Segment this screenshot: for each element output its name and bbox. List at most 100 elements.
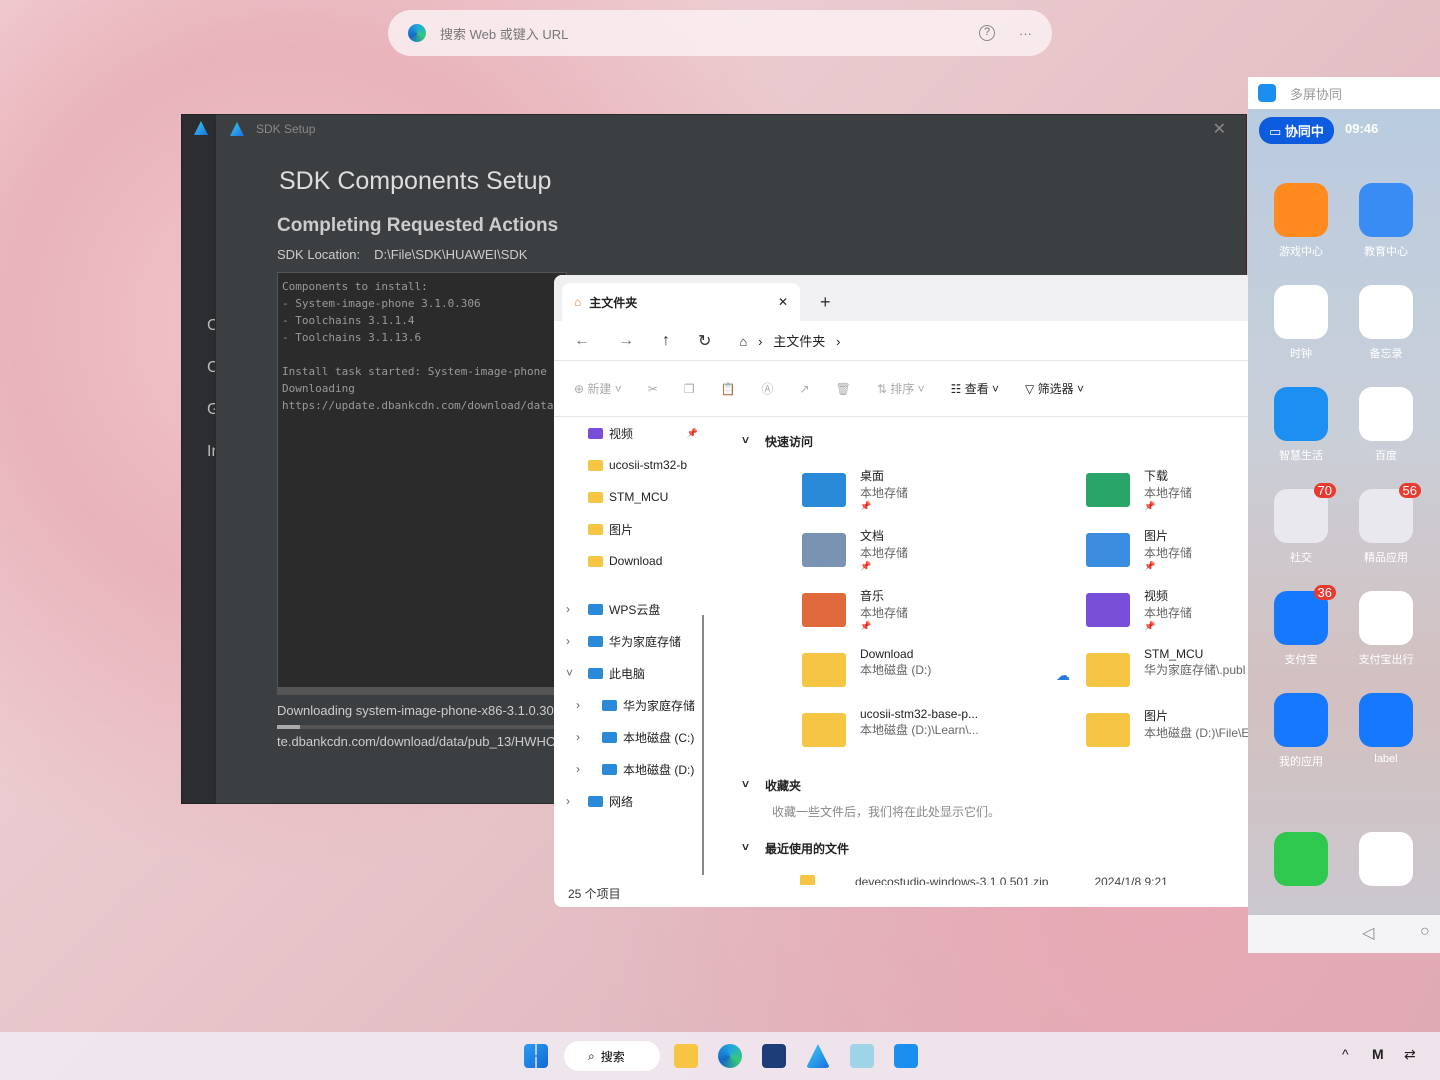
file-explorer-icon[interactable] — [674, 1044, 698, 1068]
phone-app[interactable]: 时钟 — [1266, 285, 1336, 361]
sidebar-item[interactable]: › WPS云盘 — [554, 593, 704, 625]
sidebar-item[interactable]: › 网络 — [554, 785, 704, 817]
rename-icon[interactable]: Ⓐ — [762, 380, 774, 397]
phone-app[interactable]: 70 社交 — [1266, 483, 1336, 565]
quick-access-item[interactable]: 文档 本地存储 📌 — [802, 527, 1062, 583]
close-tab-button[interactable]: ✕ — [778, 295, 788, 309]
tray-app-icon[interactable]: M — [1372, 1046, 1384, 1062]
section-quick-access[interactable]: ˅ 快速访问 — [742, 433, 813, 450]
search-placeholder: 搜索 Web 或键入 URL — [440, 26, 569, 42]
app-icon — [1359, 285, 1413, 339]
home-icon[interactable]: ○ — [1420, 923, 1430, 941]
nav-scrollbar[interactable] — [702, 615, 704, 875]
sidebar-item[interactable]: ˅ 此电脑 — [554, 657, 704, 689]
phone-app[interactable]: 我的应用 — [1266, 693, 1336, 769]
phone-app[interactable]: 教育中心 — [1351, 183, 1421, 259]
start-button[interactable] — [524, 1044, 548, 1068]
quick-access-item[interactable]: STM_MCU 华为家庭存储\.publ — [1086, 647, 1248, 703]
recent-file-row[interactable]: devecostudio-windows-3.1.0.501.zip 2024/… — [800, 875, 1248, 885]
expand-chevron-icon[interactable]: › — [576, 698, 580, 712]
delete-icon[interactable]: 🗑 — [836, 382, 851, 396]
filter-button[interactable]: ▽ 筛选器 ˅ — [1025, 380, 1084, 397]
tray-chevron-icon[interactable]: ^ — [1342, 1046, 1349, 1062]
dock-app-phone[interactable] — [1266, 832, 1336, 892]
share-icon[interactable]: ↗ — [800, 382, 810, 396]
log-scrollbar[interactable] — [277, 687, 567, 695]
anime-app-icon[interactable] — [850, 1044, 874, 1068]
sidebar-item[interactable]: › 华为家庭存储 — [554, 625, 704, 657]
phone-app[interactable]: 支付宝出行 — [1351, 591, 1421, 667]
sidebar-item[interactable]: › 本地磁盘 (D:) — [554, 753, 704, 785]
phone-title-bar[interactable]: 多屏协同 — [1248, 77, 1440, 109]
item-name: 桌面 — [860, 469, 885, 483]
close-button[interactable]: ✕ — [1213, 119, 1226, 139]
phone-icon — [1274, 832, 1328, 886]
quick-access-item[interactable]: 视频 本地存储 📌 — [1086, 587, 1248, 643]
expand-chevron-icon[interactable]: › — [576, 730, 580, 744]
deveco-studio-icon[interactable] — [806, 1044, 830, 1068]
refresh-button[interactable]: ↻ — [698, 331, 711, 351]
new-button[interactable]: ⊕ 新建 ˅ — [574, 380, 622, 397]
tab-home[interactable]: ⌂ 主文件夹 ✕ — [562, 283, 800, 321]
quick-access-item[interactable]: 桌面 本地存储 📌 — [802, 467, 1062, 523]
back-button[interactable]: ← — [574, 332, 590, 350]
phone-app[interactable]: label — [1351, 693, 1421, 765]
item-name: ucosii-stm32-base-p... — [860, 707, 979, 721]
quick-access-item[interactable]: 图片 本地磁盘 (D:)\File\E — [1086, 707, 1248, 763]
taskbar-search[interactable]: ⌕ 搜索 — [564, 1041, 660, 1071]
sort-button[interactable]: ⇅ 排序 ˅ — [877, 380, 925, 397]
phone-app[interactable]: 备忘录 — [1351, 285, 1421, 361]
expand-chevron-icon[interactable]: ˅ — [566, 666, 573, 680]
up-button[interactable]: ↑ — [662, 332, 670, 350]
quick-access-item[interactable]: 图片 本地存储 📌 — [1086, 527, 1248, 583]
expand-chevron-icon[interactable]: › — [576, 762, 580, 776]
cut-icon[interactable]: ✂ — [648, 382, 658, 396]
new-tab-button[interactable]: + — [820, 292, 831, 313]
edge-icon[interactable] — [718, 1044, 742, 1068]
quick-access-item[interactable]: ucosii-stm32-base-p... 本地磁盘 (D:)\Learn\..… — [802, 707, 1062, 763]
item-name: 文档 — [860, 529, 885, 543]
more-icon[interactable]: ··· — [1019, 26, 1032, 41]
quick-access-item[interactable]: 下载 本地存储 📌 — [1086, 467, 1248, 523]
expand-chevron-icon[interactable]: › — [566, 602, 570, 616]
sidebar-item[interactable]: 图片 — [554, 513, 704, 545]
collab-status-pill[interactable]: ▭ 协同中 — [1259, 117, 1334, 144]
app-label: 精品应用 — [1364, 552, 1408, 564]
expand-chevron-icon[interactable]: › — [566, 634, 570, 648]
sidebar-item[interactable]: › 华为家庭存储 — [554, 689, 704, 721]
phone-app[interactable]: 百度 — [1351, 387, 1421, 463]
section-recent[interactable]: ˅ 最近使用的文件 — [742, 840, 849, 857]
multiscreen-icon[interactable] — [894, 1044, 918, 1068]
quick-access-item[interactable]: 音乐 本地存储 📌 — [802, 587, 1062, 643]
phone-app[interactable]: 智慧生活 — [1266, 387, 1336, 463]
section-favorites[interactable]: ˅ 收藏夹 — [742, 777, 801, 794]
back-icon[interactable]: ◁ — [1362, 923, 1374, 943]
sidebar-item[interactable]: › 本地磁盘 (C:) — [554, 721, 704, 753]
paste-icon[interactable]: 📋 — [721, 382, 736, 396]
app-icon: 56 — [1359, 483, 1421, 543]
view-button[interactable]: ☷ 查看 ˅ — [951, 380, 999, 397]
dock-app-browser[interactable] — [1351, 832, 1421, 892]
settings-toggle-icon[interactable]: ⇄ — [1404, 1046, 1416, 1063]
phone-app[interactable]: 56 精品应用 — [1351, 483, 1421, 565]
breadcrumb[interactable]: ⌂ › 主文件夹 › — [739, 331, 840, 350]
forward-button[interactable]: → — [618, 332, 634, 350]
copy-icon[interactable]: ❐ — [684, 382, 695, 396]
sidebar-item[interactable]: Download — [554, 545, 704, 577]
quick-access-item[interactable]: Download 本地磁盘 (D:) — [802, 647, 1062, 703]
breadcrumb-item[interactable]: 主文件夹 — [773, 334, 825, 349]
phone-app[interactable]: 游戏中心 — [1266, 183, 1336, 259]
browser-search-bar[interactable]: 搜索 Web 或键入 URL ? ··· — [388, 10, 1052, 56]
store-icon[interactable] — [762, 1044, 786, 1068]
phone-app[interactable]: 36 支付宝 — [1266, 585, 1336, 667]
help-icon[interactable]: ? — [979, 25, 995, 41]
title-bar[interactable]: SDK Setup — [216, 115, 1246, 143]
sidebar-item[interactable]: ucosii-stm32-b — [554, 449, 704, 481]
sidebar-item[interactable]: 视频 📌 — [554, 417, 704, 449]
item-location: 本地存储 — [860, 546, 909, 560]
page-subtitle: Completing Requested Actions — [277, 215, 559, 236]
app-icon: 70 — [1274, 483, 1336, 543]
sidebar-item[interactable]: STM_MCU — [554, 481, 704, 513]
sidebar-label: 本地磁盘 (C:) — [623, 730, 695, 745]
expand-chevron-icon[interactable]: › — [566, 794, 570, 808]
